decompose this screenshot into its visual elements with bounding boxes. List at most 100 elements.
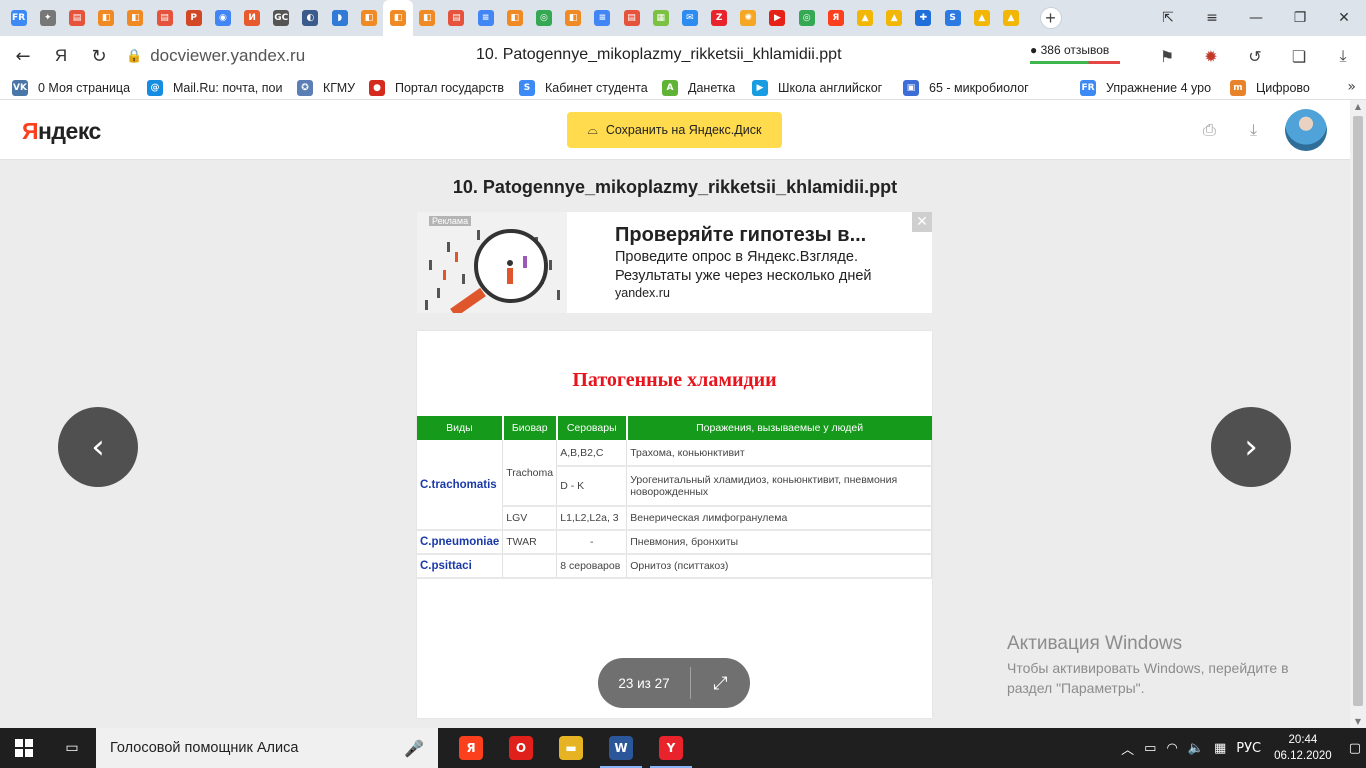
collections-icon[interactable]: ❏	[1286, 41, 1312, 71]
avatar[interactable]	[1285, 109, 1327, 151]
clock[interactable]: 20:44 06.12.2020	[1274, 732, 1332, 764]
browser-tab[interactable]: P	[179, 0, 208, 36]
alice-search-box[interactable]: Голосовой помощник Алиса 🎤	[96, 728, 438, 768]
restore-icon[interactable]: ❐	[1278, 10, 1322, 26]
bookmark-item[interactable]: ✪ КГМУ	[285, 76, 357, 99]
bookmark-item[interactable]: FR Упражнение 4 уро	[1068, 76, 1218, 99]
browser-tab[interactable]: ◧	[413, 0, 442, 36]
browser-tab[interactable]: ▤	[150, 0, 179, 36]
browser-tab[interactable]: S	[938, 0, 967, 36]
bug-extension-icon[interactable]: ✹	[1198, 41, 1224, 71]
microphone-icon[interactable]: 🎤	[404, 739, 424, 758]
browser-tab[interactable]: ✉	[675, 0, 704, 36]
menu-icon[interactable]: ≡	[1190, 10, 1234, 26]
browser-tab[interactable]: ▲	[880, 0, 909, 36]
bookmark-label: Цифрово	[1256, 80, 1310, 95]
browser-tab[interactable]: ◐	[296, 0, 325, 36]
bookmark-item[interactable]: ▶ Школа английског	[740, 76, 891, 99]
yandex-logo[interactable]: Яндекс	[22, 118, 101, 145]
download-icon[interactable]: ⤓	[1250, 120, 1257, 140]
bookmark-label: Данетка	[688, 80, 736, 95]
taskbar-opera[interactable]: O	[496, 728, 546, 768]
browser-tab[interactable]: ◎	[792, 0, 821, 36]
browser-tab[interactable]: ▦	[646, 0, 675, 36]
scroll-down-icon[interactable]: ▼	[1350, 717, 1366, 726]
wifi-icon[interactable]: ◠	[1166, 741, 1177, 756]
disk-icon: ⌓	[587, 122, 598, 138]
history-icon[interactable]: ↺	[1242, 41, 1268, 71]
browser-tab[interactable]: И	[238, 0, 267, 36]
url-domain[interactable]: docviewer.yandex.ru	[150, 46, 305, 66]
browser-tab[interactable]: ✦	[33, 0, 62, 36]
browser-tab[interactable]: ✺	[734, 0, 763, 36]
chevron-up-icon[interactable]: ︿	[1121, 739, 1134, 758]
print-icon[interactable]: ⎙	[1203, 120, 1216, 140]
browser-tab[interactable]: ◧	[383, 0, 413, 36]
download-icon[interactable]: ⤓	[1330, 41, 1356, 71]
next-slide-button[interactable]: ›	[1211, 407, 1291, 487]
ad-banner[interactable]: Реклама Проверяйте гипотезы в... Проведи…	[417, 212, 932, 313]
browser-tab[interactable]: ▶	[763, 0, 792, 36]
bookmark-item[interactable]: A Данетка	[650, 76, 740, 99]
browser-tab[interactable]: ✚	[909, 0, 938, 36]
browser-tab[interactable]: ◧	[121, 0, 150, 36]
scroll-up-icon[interactable]: ▲	[1350, 102, 1366, 111]
browser-tab[interactable]: ▲	[967, 0, 996, 36]
browser-tab[interactable]: ≡	[471, 0, 500, 36]
browser-tab[interactable]: GC	[267, 0, 296, 36]
browser-tab[interactable]: ◧	[354, 0, 383, 36]
bookmark-item[interactable]: VK 0 Моя страница	[0, 76, 135, 99]
browser-tab[interactable]: ◧	[559, 0, 588, 36]
taskbar-explorer[interactable]: ▬	[546, 728, 596, 768]
page-scrollbar[interactable]: ▲ ▼	[1350, 100, 1366, 728]
lock-icon[interactable]: 🔒	[126, 49, 142, 64]
keyboard-icon[interactable]: ▦	[1214, 741, 1226, 756]
taskbar-word[interactable]: W	[596, 728, 646, 768]
reload-icon[interactable]: ↻	[84, 41, 114, 71]
browser-tab[interactable]: ◧	[92, 0, 121, 36]
browser-tab[interactable]: FR	[4, 0, 33, 36]
bookmark-item[interactable]: @ Mail.Ru: почта, пои	[135, 76, 285, 99]
pin-icon[interactable]: ⇱	[1146, 10, 1190, 26]
battery-icon[interactable]: ▭	[1144, 741, 1156, 756]
header-diseases: Поражения, вызываемые у людей	[626, 416, 932, 440]
bookmark-item[interactable]: m Цифрово	[1218, 76, 1328, 99]
ad-url[interactable]: yandex.ru	[615, 286, 670, 300]
bookmark-item[interactable]: ● Портал государств	[357, 76, 507, 99]
browser-tab[interactable]: ▲	[996, 0, 1025, 36]
ad-close-icon[interactable]: ✕	[912, 212, 932, 232]
browser-tab[interactable]: Я	[821, 0, 850, 36]
browser-tab[interactable]: ▤	[62, 0, 91, 36]
bookmarks-more-icon[interactable]: »	[1347, 79, 1356, 95]
browser-tab[interactable]: ◗	[325, 0, 354, 36]
minimize-icon[interactable]: —	[1234, 10, 1278, 26]
bookmark-icon[interactable]: ⚑	[1154, 41, 1180, 71]
taskbar-yandex[interactable]: Y	[646, 728, 696, 768]
language-indicator[interactable]: РУС	[1236, 741, 1261, 756]
browser-tab[interactable]: ◉	[208, 0, 237, 36]
start-button[interactable]	[0, 728, 48, 768]
prev-slide-button[interactable]: ‹	[58, 407, 138, 487]
volume-icon[interactable]: 🔈	[1188, 741, 1204, 756]
scroll-thumb[interactable]	[1353, 116, 1363, 706]
bookmark-item[interactable]: S Кабинет студента	[507, 76, 650, 99]
notifications-icon[interactable]: ▢	[1349, 741, 1361, 756]
browser-tab[interactable]: ◎	[529, 0, 558, 36]
browser-tab[interactable]: ▤	[442, 0, 471, 36]
fullscreen-icon[interactable]: ⤢	[691, 673, 750, 694]
task-view-icon[interactable]: ▭	[48, 728, 96, 768]
browser-tab[interactable]: ▲	[850, 0, 879, 36]
new-tab-button[interactable]: +	[1039, 7, 1062, 29]
reviews-badge[interactable]: ● 386 отзывов	[1030, 43, 1120, 64]
save-to-disk-button[interactable]: ⌓ Сохранить на Яндекс.Диск	[567, 112, 782, 148]
browser-tab[interactable]: ◧	[500, 0, 529, 36]
ad-title[interactable]: Проверяйте гипотезы в...	[615, 224, 866, 247]
yandex-home-icon[interactable]: Я	[46, 41, 76, 71]
taskbar-yandex-browser[interactable]: Я	[446, 728, 496, 768]
back-icon[interactable]: ←	[8, 41, 38, 71]
browser-tab[interactable]: Z	[705, 0, 734, 36]
browser-tab[interactable]: ▤	[617, 0, 646, 36]
bookmark-item[interactable]: ▣ 65 - микробиолог	[891, 76, 1068, 99]
close-icon[interactable]: ✕	[1322, 10, 1366, 26]
browser-tab[interactable]: ≡	[588, 0, 617, 36]
